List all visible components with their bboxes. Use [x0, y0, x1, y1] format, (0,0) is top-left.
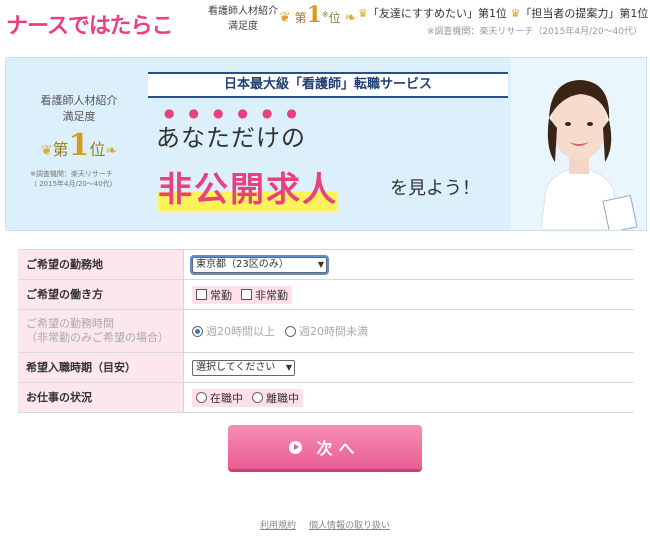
hero-headline-2: 非公開求人	[158, 162, 338, 211]
crown-icon: ♛	[358, 7, 368, 20]
hero-rank-suffix: 位	[89, 140, 106, 159]
start-date-select[interactable]: 選択してください	[192, 359, 295, 376]
hours-20plus-radio[interactable]	[192, 325, 203, 337]
play-icon	[289, 440, 303, 454]
work-style-control: 常勤 非常勤	[184, 285, 292, 304]
hero-headline-3: を見よう！	[390, 178, 480, 199]
next-button[interactable]: 次へ	[228, 425, 422, 469]
work-style-options: 常勤 非常勤	[192, 285, 292, 304]
row-work-style: ご希望の働き方 常勤 非常勤	[18, 280, 634, 310]
job-status-options: 在職中 離職中	[192, 388, 303, 407]
laurel-right-icon: ❧	[344, 10, 357, 26]
hero-award-note: ※調査機関：楽天リサーチ （ 2015年4月/20～40代）	[24, 169, 134, 189]
row-location: ご希望の勤務地 東京都（23区のみ）	[18, 250, 634, 280]
laurel-left-icon: ❦	[40, 143, 53, 159]
hero-rank-number: 1	[68, 128, 90, 163]
award-rank-badge: ❦ 第1※位 ❧	[279, 2, 356, 28]
rank-prefix: 第	[294, 11, 307, 25]
hero-headline-1: あなただけの	[156, 124, 306, 152]
hero-award: 看護師人材紹介 満足度 ❦第1位❧ ※調査機関：楽天リサーチ （ 2015年4月…	[24, 92, 134, 189]
hours-control: 週20時間以上 週20時間未満	[184, 323, 368, 339]
hero-award-line1: 看護師人材紹介	[40, 94, 118, 107]
hero-award-rank: ❦第1位❧	[24, 128, 134, 163]
privacy-link[interactable]: 個人情報の取り扱い	[309, 521, 390, 531]
unemployed-radio[interactable]	[252, 392, 263, 403]
hero-award-line2: 満足度	[62, 110, 96, 123]
next-button-label: 次へ	[316, 439, 361, 458]
laurel-right-icon: ❧	[105, 143, 118, 159]
location-control: 東京都（23区のみ）	[184, 254, 329, 275]
employed-label[interactable]: 在職中	[210, 390, 243, 406]
award-line1: 看護師人材紹介	[208, 6, 278, 17]
start-date-label: 希望入職時期（目安）	[18, 353, 184, 382]
hours-option-2[interactable]: 週20時間未満	[285, 323, 368, 339]
award-highlight-2: 「担当者の提案力」第1位	[520, 7, 649, 20]
employed-radio[interactable]	[196, 392, 207, 403]
award-highlight-1: 「友達にすすめたい」第1位	[367, 7, 507, 20]
hero-note-line2: （ 2015年4月/20～40代）	[30, 180, 117, 188]
unemployed-label[interactable]: 離職中	[266, 390, 299, 406]
fulltime-label[interactable]: 常勤	[210, 287, 232, 303]
fulltime-checkbox[interactable]	[196, 289, 207, 300]
start-date-control: 選択してください	[184, 359, 295, 376]
row-job-status: お仕事の状況 在職中 離職中	[18, 383, 634, 413]
parttime-checkbox[interactable]	[241, 289, 252, 300]
laurel-left-icon: ❦	[279, 10, 291, 26]
parttime-label[interactable]: 非常勤	[255, 287, 288, 303]
footer-links: 利用規約 個人情報の取り扱い	[0, 518, 650, 531]
hours-label-line1: ご希望の勤務時間	[26, 317, 114, 330]
rank-suffix: 位	[328, 11, 341, 25]
job-status-control: 在職中 離職中	[184, 388, 303, 407]
hero-note-line1: ※調査機関：楽天リサーチ	[30, 170, 113, 178]
location-select[interactable]: 東京都（23区のみ）	[190, 254, 329, 275]
rank-asterisk: ※	[321, 10, 329, 19]
rank-number: 1	[306, 2, 322, 28]
award-line2: 満足度	[228, 21, 258, 32]
hours-label: ご希望の勤務時間 （非常勤のみご希望の場合）	[18, 310, 184, 352]
hours-under20-label[interactable]: 週20時間未満	[299, 323, 368, 339]
hours-20plus-label[interactable]: 週20時間以上	[206, 323, 275, 339]
award-highlights: ♛「友達にすすめたい」第1位 ♛「担当者の提案力」第1位	[358, 5, 648, 21]
terms-link[interactable]: 利用規約	[260, 521, 296, 531]
crown-icon: ♛	[510, 7, 521, 20]
hero-banner: 看護師人材紹介 満足度 ❦第1位❧ ※調査機関：楽天リサーチ （ 2015年4月…	[5, 57, 647, 231]
nurse-illustration	[511, 58, 646, 230]
survey-note: ※調査機関：楽天リサーチ（2015年4月/20～40代）	[426, 27, 642, 37]
job-search-form: ご希望の勤務地 東京都（23区のみ） ご希望の働き方 常勤 非常勤 ご希望の勤務…	[18, 249, 634, 413]
hours-label-line2: （非常勤のみご希望の場合）	[26, 331, 169, 344]
job-status-label: お仕事の状況	[18, 383, 184, 412]
hero-rank-prefix: 第	[52, 140, 69, 159]
site-logo[interactable]: ナースではたらこ	[6, 8, 173, 40]
site-header: ナースではたらこ 看護師人材紹介 満足度 ❦ 第1※位 ❧ ♛「友達にすすめたい…	[0, 0, 650, 50]
location-label: ご希望の勤務地	[18, 250, 184, 279]
row-hours: ご希望の勤務時間 （非常勤のみご希望の場合） 週20時間以上 週20時間未満	[18, 310, 634, 353]
work-style-label: ご希望の働き方	[18, 280, 184, 309]
hours-option-1[interactable]: 週20時間以上	[192, 323, 275, 339]
hours-under20-radio[interactable]	[285, 325, 296, 337]
row-start-date: 希望入職時期（目安） 選択してください	[18, 353, 634, 383]
award-caption: 看護師人材紹介 満足度	[208, 4, 278, 34]
service-tagline: 日本最大級「看護師」転職サービス	[148, 72, 508, 98]
